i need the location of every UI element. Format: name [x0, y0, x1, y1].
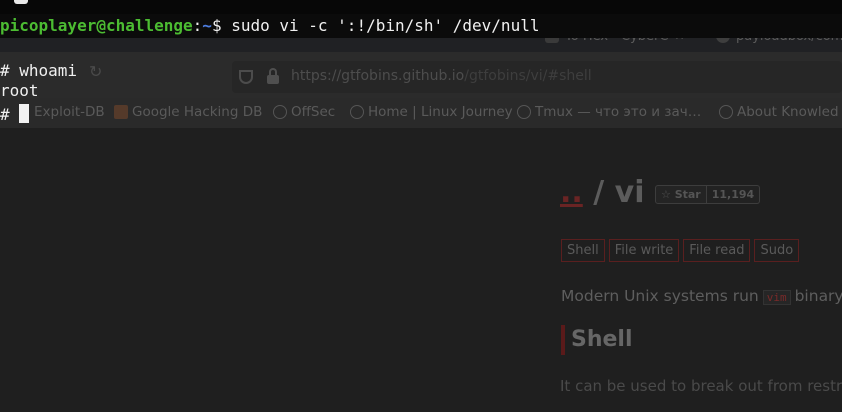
app-icon [14, 0, 28, 4]
prompt-user-host: picoplayer@challenge [0, 16, 193, 35]
prompt-path: ~ [202, 16, 212, 35]
terminal-command-line: picoplayer@challenge:~$ sudo vi -c ':!/b… [0, 14, 842, 38]
terminal-top-strip [0, 0, 842, 14]
terminal-window[interactable]: picoplayer@challenge:~$ sudo vi -c ':!/b… [0, 0, 842, 412]
terminal-output-line: # whoami [0, 61, 78, 80]
prompt-symbol: $ [211, 16, 222, 35]
terminal-cursor [19, 104, 30, 123]
root-prompt: # [0, 105, 20, 124]
terminal-command: sudo vi -c ':!/bin/sh' /dev/null [221, 16, 540, 35]
terminal-input-line[interactable]: # [0, 104, 30, 125]
terminal-output-line: root [0, 81, 39, 100]
